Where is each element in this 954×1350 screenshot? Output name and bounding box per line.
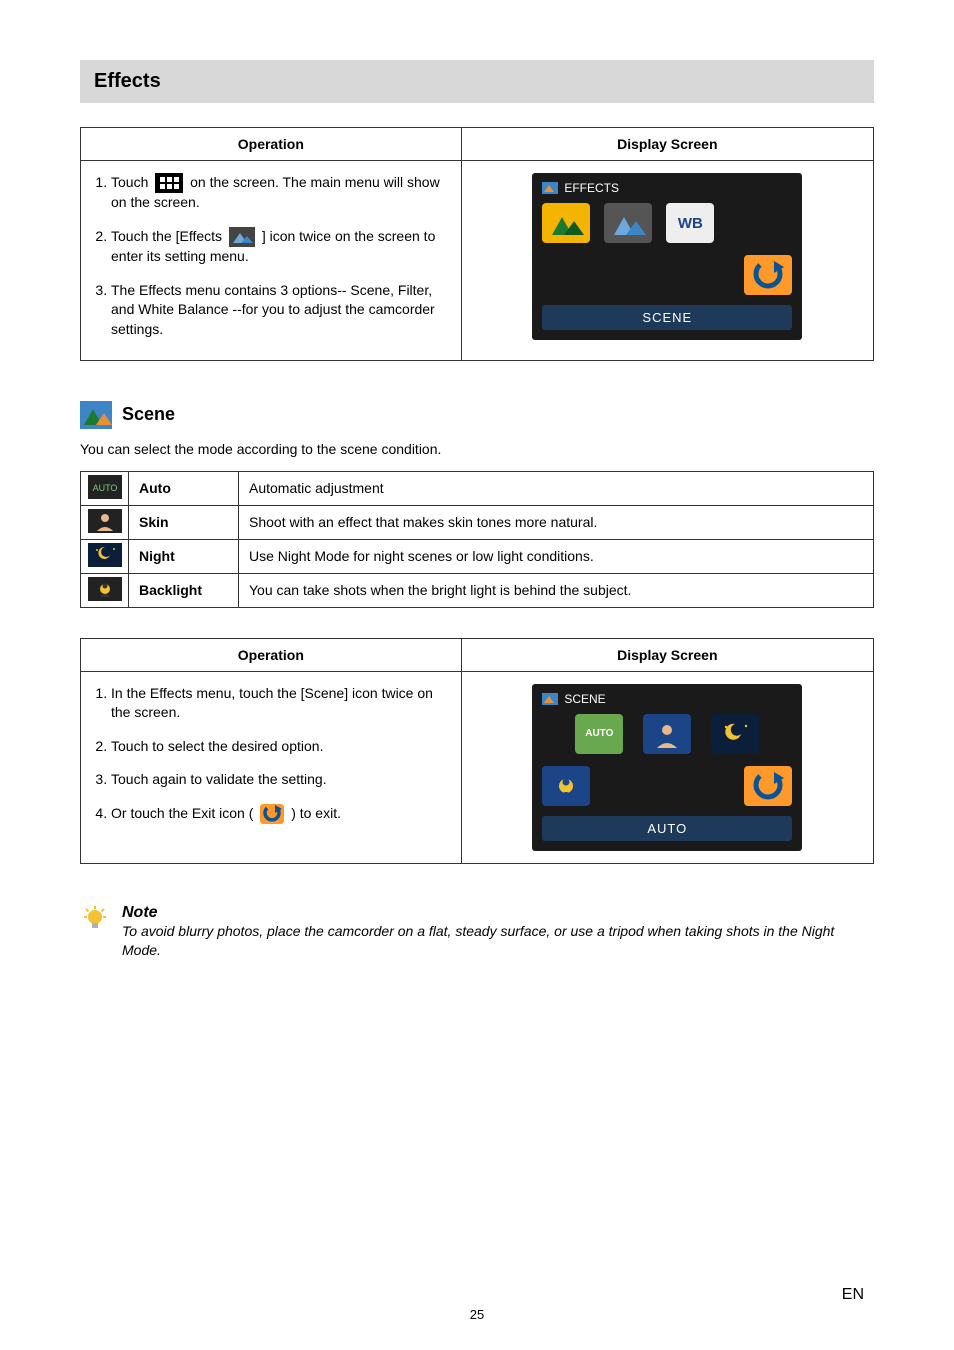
language-label: EN (842, 1286, 864, 1304)
section-heading: Effects (80, 60, 874, 103)
backlight-icon-cell (81, 573, 129, 607)
screen-corner-icon (542, 182, 558, 194)
exit-button[interactable] (744, 255, 792, 295)
menu-grid-icon (155, 173, 183, 193)
effects-step-2: Touch the [Effects ] icon twice on the s… (111, 227, 451, 267)
scene-step-1: In the Effects menu, touch the [Scene] i… (111, 684, 451, 723)
auto-option-button[interactable]: AUTO (575, 714, 623, 754)
effects-category-icon (229, 227, 255, 247)
night-icon-cell (81, 539, 129, 573)
wb-button[interactable]: WB (666, 203, 714, 243)
col-operation: Operation (81, 128, 462, 161)
scene-step-3: Touch again to validate the setting. (111, 770, 451, 790)
effects-table: Operation Display Screen Touch (80, 127, 874, 361)
step4-pre: Or touch the Exit icon ( (111, 805, 257, 821)
effects-step-3: The Effects menu contains 3 options-- Sc… (111, 281, 451, 340)
step2-pre: Touch the [Effects (111, 228, 226, 244)
col-display: Display Screen (461, 128, 873, 161)
scene-options-table: AUTO Auto Automatic adjustment Skin Shoo… (80, 471, 874, 608)
scene-heading: Scene (122, 404, 175, 425)
screen-title: EFFECTS (564, 181, 619, 195)
blank-slot (542, 255, 590, 295)
col-display-2: Display Screen (461, 638, 873, 671)
note-bulb-icon (80, 904, 110, 934)
backlight-desc: You can take shots when the bright light… (239, 573, 874, 607)
page-number: 25 (0, 1307, 954, 1322)
step4-post: ) to exit. (291, 805, 341, 821)
night-label: Night (129, 539, 239, 573)
filter-button[interactable] (604, 203, 652, 243)
backlight-option-button[interactable] (542, 766, 590, 806)
night-desc: Use Night Mode for night scenes or low l… (239, 539, 874, 573)
exit-button-2[interactable] (744, 766, 792, 806)
screen-footer: SCENE (542, 305, 792, 330)
skin-option-button[interactable] (643, 714, 691, 754)
auto-desc: Automatic adjustment (239, 471, 874, 505)
screen-footer-2: AUTO (542, 816, 792, 841)
scene-operation-table: Operation Display Screen In the Effects … (80, 638, 874, 864)
scene-step-4: Or touch the Exit icon ( ) to exit. (111, 804, 451, 824)
night-option-button[interactable] (711, 714, 759, 754)
scene-button[interactable] (542, 203, 590, 243)
note-text: To avoid blurry photos, place the camcor… (122, 922, 874, 961)
exit-icon (260, 804, 284, 824)
col-operation-2: Operation (81, 638, 462, 671)
scene-intro: You can select the mode according to the… (80, 441, 874, 457)
screen-corner-icon-2 (542, 693, 558, 705)
skin-desc: Shoot with an effect that makes skin ton… (239, 505, 874, 539)
skin-icon-cell (81, 505, 129, 539)
svg-text:AUTO: AUTO (92, 483, 117, 493)
effects-display-screen: EFFECTS WB (532, 173, 802, 340)
auto-icon-cell: AUTO (81, 471, 129, 505)
backlight-label: Backlight (129, 573, 239, 607)
skin-label: Skin (129, 505, 239, 539)
scene-step-2: Touch to select the desired option. (111, 737, 451, 757)
scene-display-screen: SCENE AUTO (532, 684, 802, 851)
step1-pre: Touch (111, 174, 152, 190)
scene-heading-icon (80, 401, 112, 429)
effects-step-1: Touch on th (111, 173, 451, 213)
note-title: Note (122, 904, 874, 922)
screen-title-2: SCENE (564, 692, 605, 706)
auto-label: Auto (129, 471, 239, 505)
